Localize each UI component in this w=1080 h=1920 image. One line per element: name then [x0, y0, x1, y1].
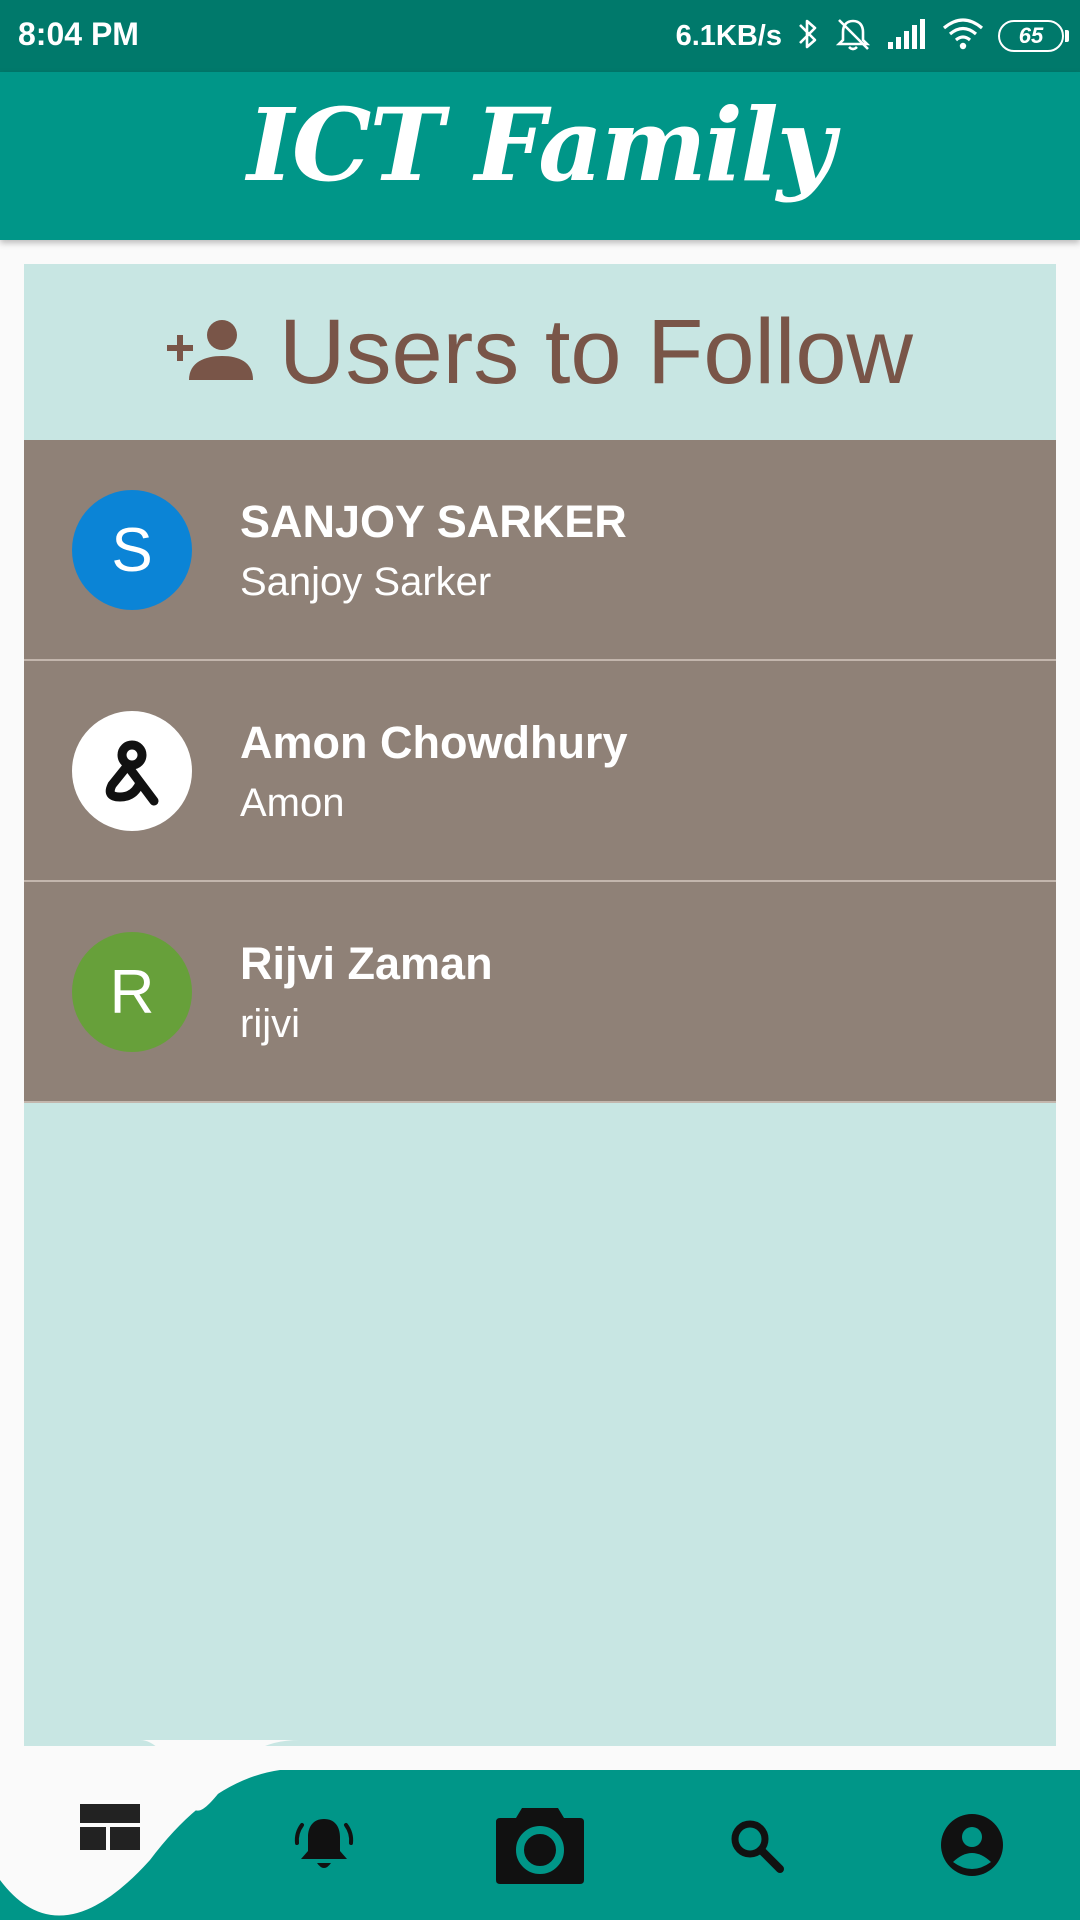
avatar-letter: S: [111, 515, 153, 585]
nav-feed[interactable]: [50, 1752, 170, 1902]
app-bar: ICT Family: [0, 72, 1080, 240]
nav-account[interactable]: [912, 1770, 1032, 1920]
section-header: Users to Follow: [24, 264, 1056, 440]
feed-icon: [80, 1804, 140, 1850]
wifi-icon: [942, 17, 984, 55]
signal-icon: [886, 18, 928, 55]
nav-camera[interactable]: [480, 1770, 600, 1920]
avatar: R: [72, 932, 192, 1052]
account-icon: [941, 1814, 1003, 1876]
status-bar: 8:04 PM 6.1KB/s 65: [0, 0, 1080, 72]
user-row-sanjoy[interactable]: S SANJOY SARKER Sanjoy Sarker: [24, 440, 1056, 661]
avatar: S: [72, 490, 192, 610]
search-icon: [731, 1820, 784, 1873]
users-list: S SANJOY SARKER Sanjoy Sarker Amon Chowd…: [24, 440, 1056, 1103]
user-row-rijvi[interactable]: R Rijvi Zaman rijvi: [24, 882, 1056, 1103]
user-row-amon[interactable]: Amon Chowdhury Amon: [24, 661, 1056, 882]
network-speed: 6.1KB/s: [675, 19, 782, 52]
bluetooth-icon: [796, 16, 820, 57]
bell-icon: [294, 1819, 354, 1868]
user-name: Rijvi Zaman: [240, 938, 493, 989]
person-add-icon: [167, 318, 254, 387]
section-title: Users to Follow: [279, 300, 913, 403]
users-panel: Users to Follow S SANJOY SARKER Sanjoy S…: [24, 264, 1056, 1746]
user-name: SANJOY SARKER: [240, 496, 627, 547]
app-title: ICT Family: [247, 86, 835, 204]
status-time: 8:04 PM: [18, 16, 139, 52]
avatar: [72, 711, 192, 831]
nav-search[interactable]: [696, 1770, 816, 1920]
ampersand-logo-icon: [105, 740, 159, 806]
nav-notifications[interactable]: [264, 1770, 384, 1920]
user-handle: Amon: [240, 781, 345, 825]
battery-icon: 65: [998, 20, 1069, 52]
avatar-letter: R: [109, 957, 155, 1027]
camera-icon: [496, 1808, 584, 1884]
bottom-nav: [0, 1740, 1080, 1920]
status-icons: 6.1KB/s 65: [675, 14, 1069, 58]
user-handle: rijvi: [240, 1002, 300, 1046]
user-name: Amon Chowdhury: [240, 717, 628, 768]
user-handle: Sanjoy Sarker: [240, 560, 492, 604]
alarm-off-icon: [834, 16, 872, 57]
